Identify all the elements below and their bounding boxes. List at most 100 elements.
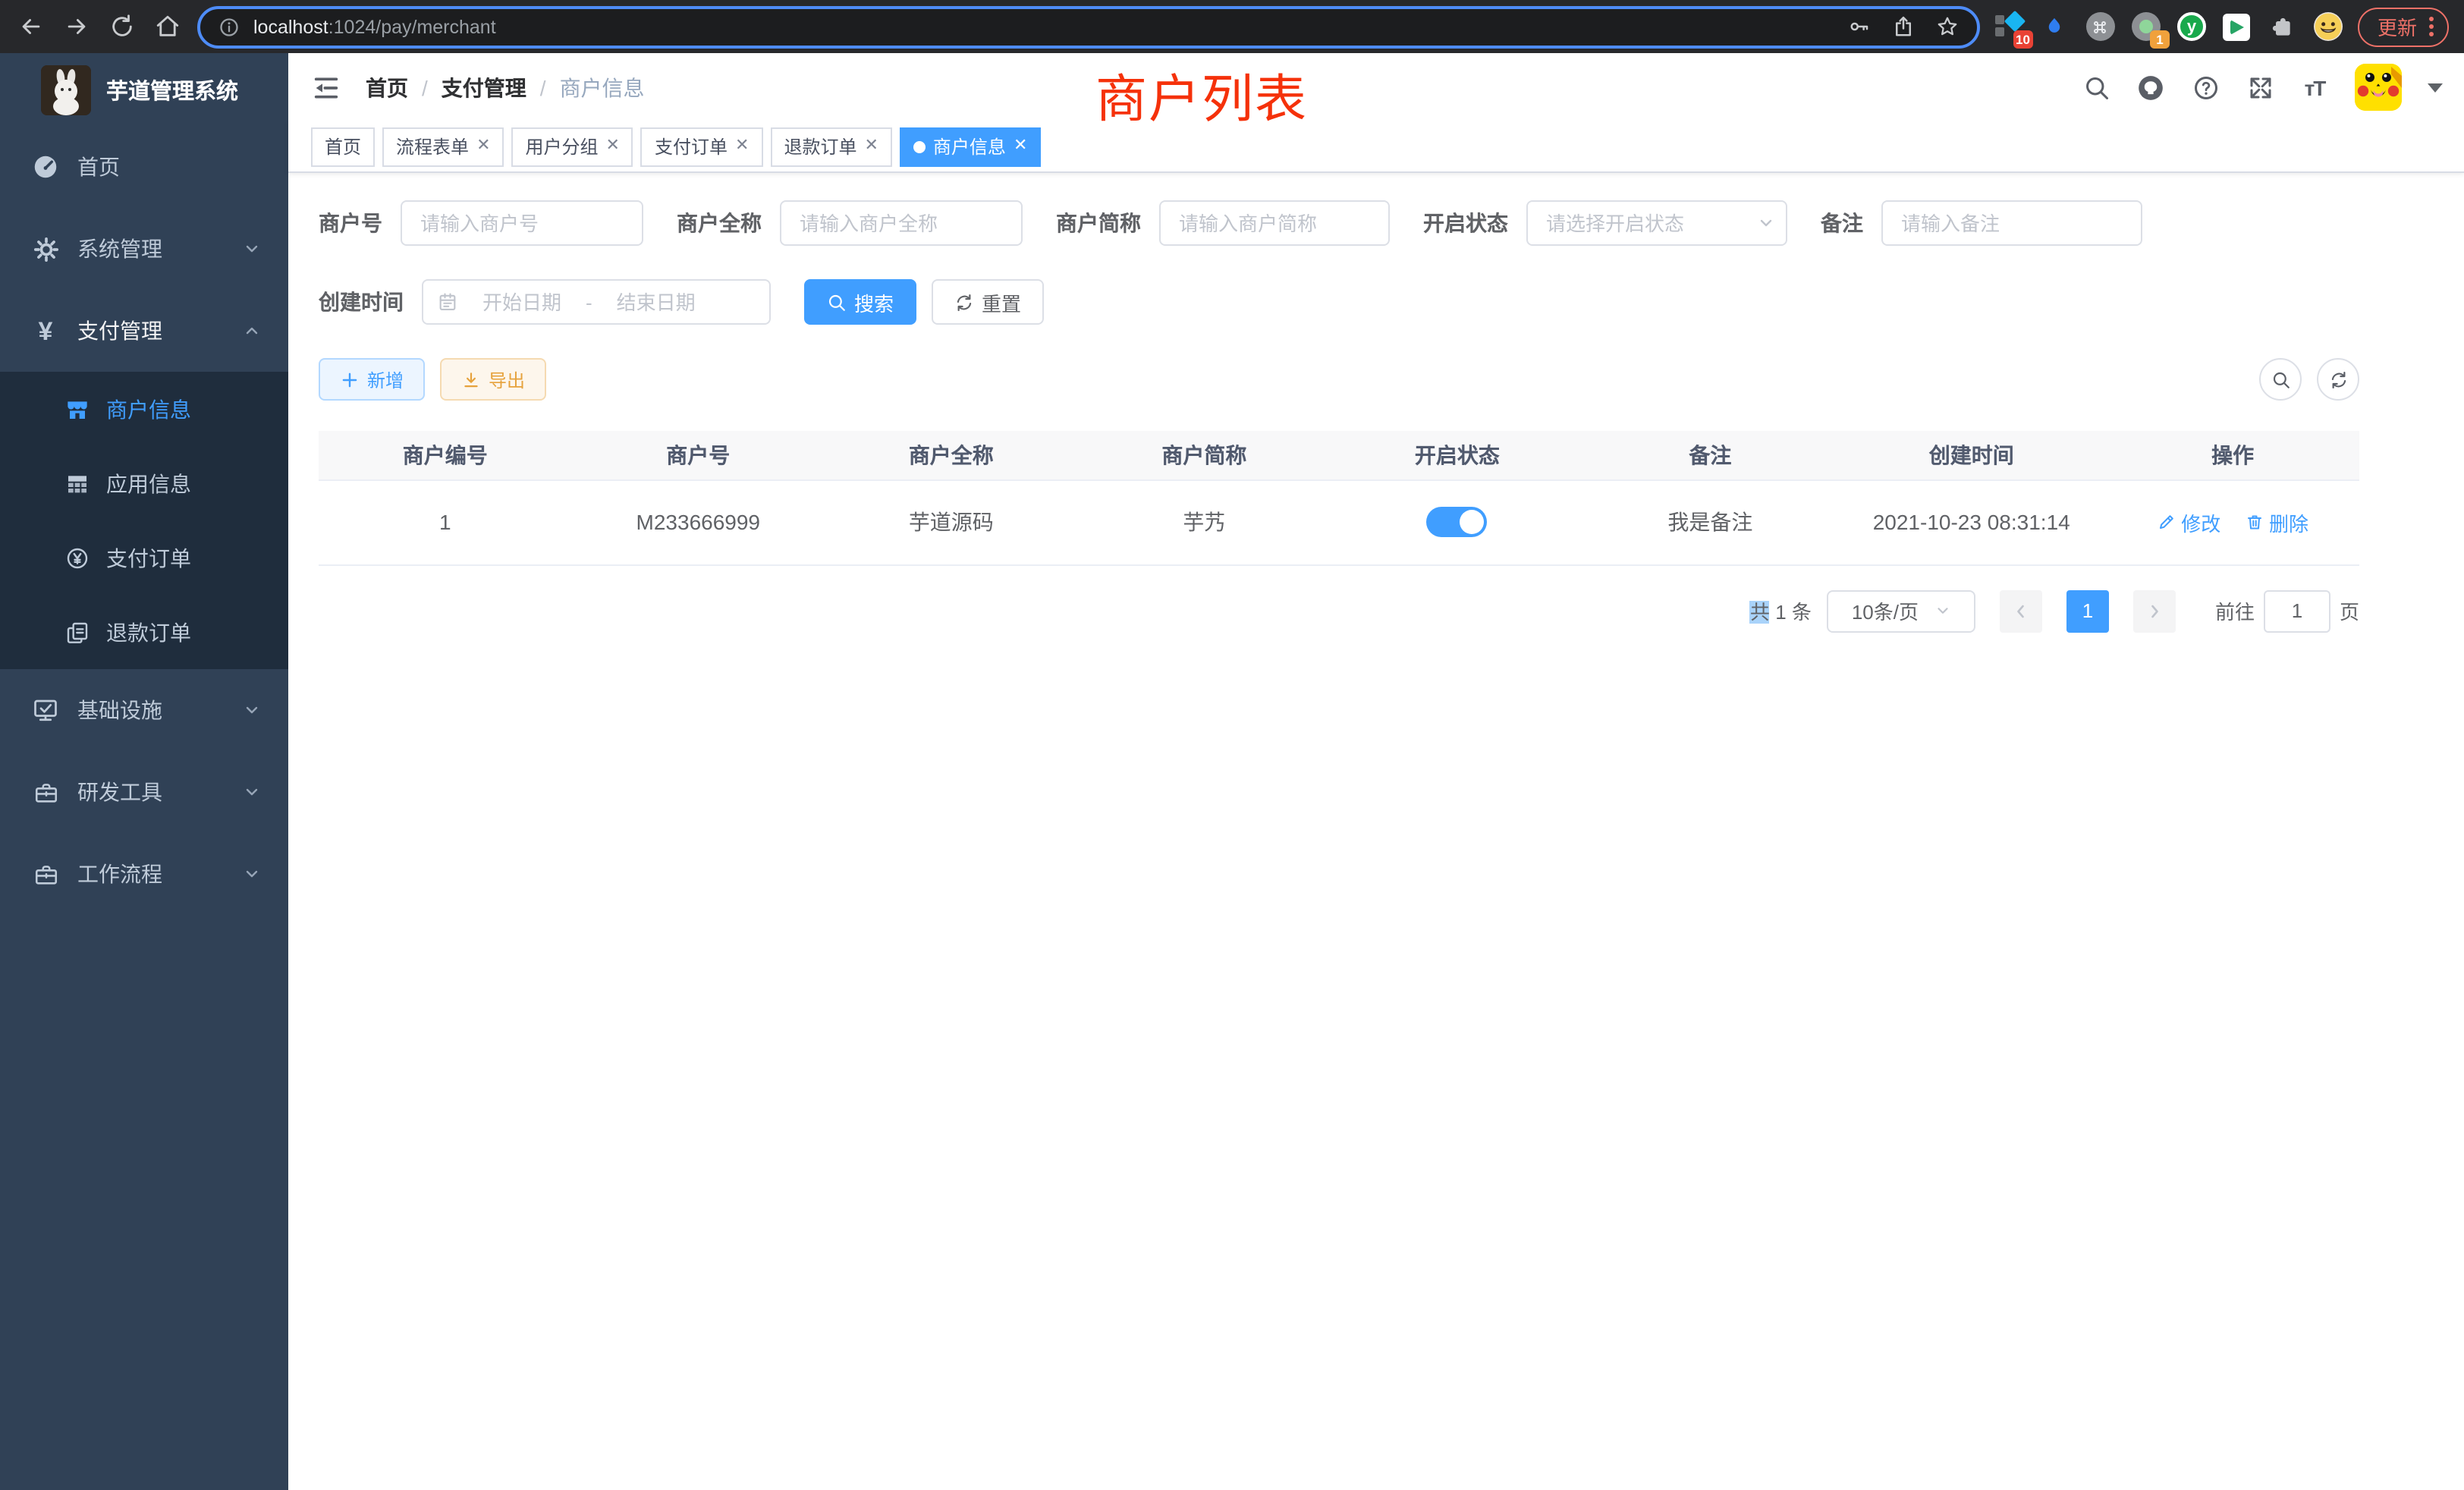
sidebar-item-infra[interactable]: 基础设施: [0, 669, 288, 751]
sidebar-item-merchant-info[interactable]: 商户信息: [0, 372, 288, 446]
rabbit-logo-icon: [41, 64, 91, 115]
github-icon[interactable]: [2136, 73, 2165, 102]
yen-icon: ¥: [32, 317, 59, 344]
remark-input[interactable]: [1881, 200, 2142, 246]
goto-page-input[interactable]: [2264, 589, 2330, 632]
pagination-total: 共 1 条: [1750, 596, 1812, 625]
chevron-down-icon: [1934, 602, 1950, 619]
extension-badge: 10: [2013, 30, 2033, 49]
search-icon[interactable]: [2082, 73, 2110, 102]
extension-tree-icon[interactable]: 1: [2132, 12, 2161, 41]
extensions-puzzle-icon[interactable]: [2268, 12, 2297, 41]
extension-yuque-icon[interactable]: y: [2177, 12, 2206, 41]
avatar-caret-icon[interactable]: [2428, 83, 2443, 92]
font-size-icon[interactable]: тT: [2300, 73, 2329, 102]
sidebar-item-pay[interactable]: ¥ 支付管理: [0, 290, 288, 372]
tab-process-form[interactable]: 流程表单✕: [382, 127, 504, 166]
search-button[interactable]: 搜索: [804, 279, 916, 325]
sidebar-item-app-info[interactable]: 应用信息: [0, 446, 288, 520]
refresh-table-button[interactable]: [2317, 358, 2359, 401]
export-button[interactable]: 导出: [440, 358, 546, 401]
help-icon[interactable]: [2191, 73, 2220, 102]
gear-icon: [32, 235, 59, 262]
site-info-icon[interactable]: [218, 16, 240, 37]
close-icon[interactable]: ✕: [864, 138, 878, 155]
reset-button[interactable]: 重置: [932, 279, 1044, 325]
bookmark-star-icon[interactable]: [1936, 15, 1959, 38]
url-text[interactable]: localhost:1024/pay/merchant: [253, 16, 1834, 37]
create-time-label: 创建时间: [319, 287, 404, 317]
extension-balloon-icon[interactable]: [2041, 12, 2070, 41]
page: localhost:1024/pay/merchant 10 1 y: [0, 0, 2464, 1490]
end-date-input[interactable]: [602, 291, 711, 313]
col-merchant-id: 商户编号: [319, 431, 572, 479]
page-number-1[interactable]: 1: [2066, 589, 2109, 632]
dashboard-icon: [32, 153, 59, 181]
browser-forward-button[interactable]: [61, 11, 91, 42]
full-name-label: 商户全称: [677, 208, 762, 238]
sidebar-menu: 首页 系统管理 ¥ 支付管理 商户信息: [0, 126, 288, 915]
close-icon[interactable]: ✕: [1014, 138, 1027, 155]
chevron-right-icon: [2145, 602, 2164, 620]
prev-page-button[interactable]: [2000, 589, 2042, 632]
status-select[interactable]: [1526, 200, 1787, 246]
tab-home[interactable]: 首页: [311, 127, 375, 166]
breadcrumb-pay[interactable]: 支付管理: [442, 72, 526, 102]
tab-user-group[interactable]: 用户分组✕: [512, 127, 633, 166]
show-search-toggle-button[interactable]: [2259, 358, 2302, 401]
tab-refund-order[interactable]: 退款订单✕: [770, 127, 891, 166]
annotation-title: 商户列表: [1095, 58, 1308, 132]
tab-merchant-info[interactable]: 商户信息✕: [900, 127, 1041, 166]
browser-profile-avatar[interactable]: [2314, 12, 2343, 41]
delete-link[interactable]: 删除: [2245, 508, 2308, 536]
share-icon[interactable]: [1892, 15, 1915, 38]
browser-back-button[interactable]: [15, 11, 46, 42]
tab-pay-order[interactable]: 支付订单✕: [641, 127, 762, 166]
password-key-icon[interactable]: [1848, 15, 1871, 38]
user-avatar[interactable]: [2355, 64, 2402, 111]
next-page-button[interactable]: [2133, 589, 2176, 632]
start-date-input[interactable]: [467, 291, 577, 313]
close-icon[interactable]: ✕: [606, 138, 620, 155]
sidebar-item-workflow[interactable]: 工作流程: [0, 833, 288, 915]
merchant-no-input[interactable]: [401, 200, 643, 246]
breadcrumb: 首页 / 支付管理 / 商户信息: [366, 72, 645, 102]
sidebar-item-system[interactable]: 系统管理: [0, 208, 288, 290]
sidebar-item-dev-tools[interactable]: 研发工具: [0, 751, 288, 833]
edit-link[interactable]: 修改: [2157, 508, 2220, 536]
add-button[interactable]: 新增: [319, 358, 425, 401]
extension-tower-icon[interactable]: [2223, 12, 2252, 41]
page-size-select[interactable]: 10条/页: [1827, 589, 1975, 632]
extension-devtool-icon[interactable]: 10: [1995, 12, 2024, 41]
tags-view-bar: 首页 流程表单✕ 用户分组✕ 支付订单✕ 退款订单✕ 商户信息✕: [288, 121, 2464, 173]
date-range-separator: -: [586, 291, 592, 313]
short-name-input[interactable]: [1159, 200, 1390, 246]
browser-update-button[interactable]: 更新: [2358, 7, 2449, 46]
download-icon: [461, 369, 481, 389]
sidebar-fold-icon[interactable]: [311, 72, 341, 102]
full-name-input[interactable]: [780, 200, 1023, 246]
top-navbar: 首页 / 支付管理 / 商户信息 тT: [288, 53, 2464, 121]
close-icon[interactable]: ✕: [476, 138, 490, 155]
sidebar-item-pay-order[interactable]: 支付订单: [0, 520, 288, 595]
sidebar-item-home[interactable]: 首页: [0, 126, 288, 208]
cell-merchant-no: M233666999: [572, 479, 825, 564]
extension-command-icon[interactable]: [2086, 12, 2115, 41]
app-logo[interactable]: 芋道管理系统: [0, 53, 288, 126]
table-header-row: 商户编号 商户号 商户全称 商户简称 开启状态 备注 创建时间 操作: [319, 431, 2359, 479]
sidebar-item-refund-order[interactable]: 退款订单: [0, 595, 288, 669]
browser-reload-button[interactable]: [106, 11, 137, 42]
status-toggle[interactable]: [1427, 507, 1488, 537]
fullscreen-icon[interactable]: [2246, 73, 2274, 102]
close-icon[interactable]: ✕: [735, 138, 749, 155]
browser-home-button[interactable]: [152, 11, 182, 42]
browser-chrome: localhost:1024/pay/merchant 10 1 y: [0, 0, 2464, 53]
app-title: 芋道管理系统: [106, 74, 238, 105]
chevron-left-icon: [2012, 602, 2030, 620]
url-bar[interactable]: localhost:1024/pay/merchant: [197, 5, 1980, 48]
breadcrumb-current: 商户信息: [560, 72, 645, 102]
create-time-range-picker[interactable]: -: [422, 279, 771, 325]
status-select-input[interactable]: [1526, 200, 1787, 246]
breadcrumb-home[interactable]: 首页: [366, 72, 408, 102]
browser-menu-icon[interactable]: [2429, 14, 2434, 39]
